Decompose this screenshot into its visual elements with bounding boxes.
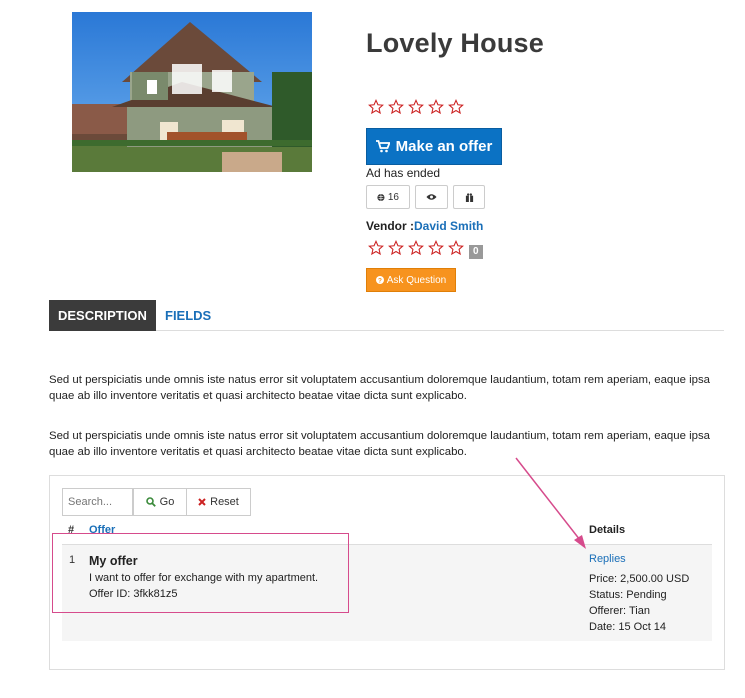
star-icon: [388, 240, 404, 256]
star-icon[interactable]: [448, 99, 464, 115]
product-title: Lovely House: [366, 28, 544, 58]
views-button[interactable]: 16: [366, 185, 410, 209]
search-icon: [145, 497, 156, 507]
product-rating[interactable]: [368, 99, 464, 115]
gift-button[interactable]: [453, 185, 485, 209]
offer-offerer: Offerer: Tian: [589, 605, 650, 617]
tab-description[interactable]: DESCRIPTION: [49, 300, 156, 331]
description-paragraph: Sed ut perspiciatis unde omnis iste natu…: [49, 374, 710, 402]
tab-bar: DESCRIPTION FIELDS: [49, 300, 724, 331]
vendor-rating-count: 0: [469, 245, 483, 259]
views-count: 16: [387, 191, 399, 203]
star-icon: [368, 240, 384, 256]
reset-label: Reset: [210, 496, 239, 508]
offer-price: Price: 2,500.00 USD: [589, 573, 690, 585]
star-icon: [428, 240, 444, 256]
ad-status: Ad has ended: [366, 166, 441, 180]
make-offer-button[interactable]: Make an offer: [366, 128, 502, 165]
description-paragraph: Sed ut perspiciatis unde omnis iste natu…: [49, 430, 710, 458]
tab-fields[interactable]: FIELDS: [156, 300, 220, 331]
star-icon[interactable]: [368, 99, 384, 115]
gift-icon: [465, 192, 473, 202]
watch-button[interactable]: [415, 185, 448, 209]
offer-date: Date: 15 Oct 14: [589, 621, 667, 633]
svg-text:?: ?: [378, 277, 382, 284]
replies-link[interactable]: Replies: [589, 553, 626, 565]
ask-question-label: Ask Question: [386, 274, 447, 286]
column-header-details: Details: [589, 524, 626, 536]
star-icon[interactable]: [388, 99, 404, 115]
vendor-label: Vendor :: [366, 219, 415, 233]
star-icon: [448, 240, 464, 256]
go-label: Go: [159, 496, 175, 508]
make-offer-label: Make an offer: [395, 138, 493, 155]
cart-icon: [375, 140, 390, 153]
product-photo: [72, 12, 312, 172]
vendor-rating[interactable]: 0: [368, 240, 483, 259]
question-icon: ?: [375, 276, 384, 284]
reset-button[interactable]: Reset: [186, 488, 251, 516]
ask-question-button[interactable]: ? Ask Question: [366, 268, 456, 292]
star-icon: [408, 240, 424, 256]
vendor-info: Vendor :David Smith: [366, 219, 483, 233]
go-button[interactable]: Go: [133, 488, 187, 516]
highlight-box: [52, 533, 349, 613]
close-icon: [198, 498, 206, 506]
vendor-link[interactable]: David Smith: [414, 219, 483, 233]
action-buttons: 16: [366, 185, 485, 209]
star-icon[interactable]: [408, 99, 424, 115]
eye-icon: [426, 194, 437, 200]
search-input[interactable]: [62, 488, 133, 516]
star-icon[interactable]: [428, 99, 444, 115]
globe-icon: [377, 193, 385, 201]
offer-status: Status: Pending: [589, 589, 667, 601]
